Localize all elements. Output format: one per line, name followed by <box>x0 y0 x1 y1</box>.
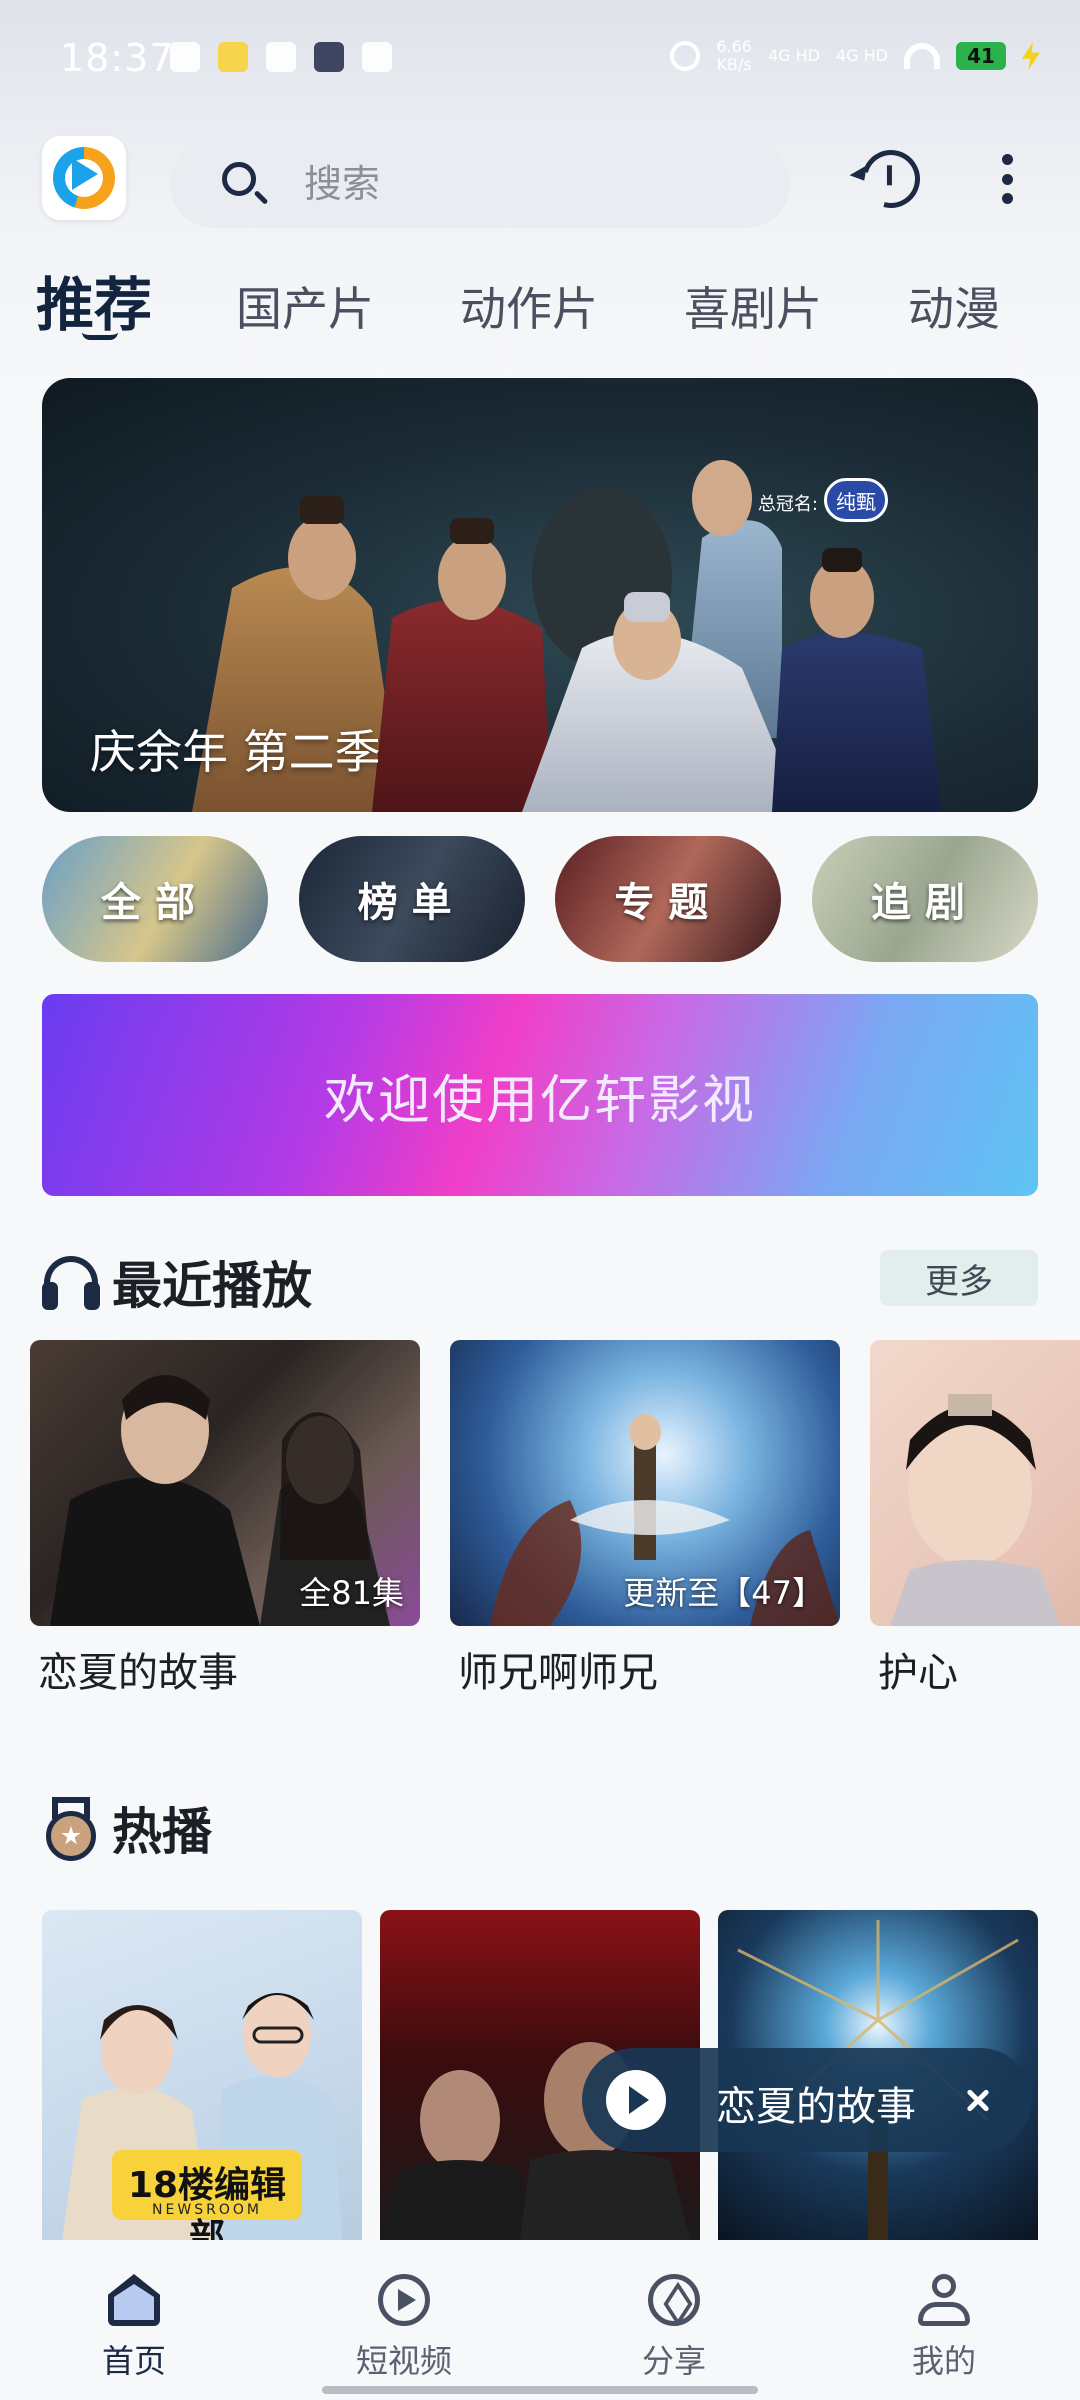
net-speed-unit: KB/s <box>716 55 752 74</box>
alarm-icon <box>670 41 701 71</box>
sponsor-logo: 纯甄 <box>824 478 888 522</box>
welcome-banner[interactable]: 欢迎使用亿轩影视 <box>42 994 1038 1196</box>
app-notification-icon <box>362 42 392 72</box>
episode-badge: 全81集 <box>299 1574 404 1612</box>
tab-anime[interactable]: 动漫 <box>908 273 1000 339</box>
recent-section-header: 最近播放 <box>42 1246 312 1318</box>
net-speed-value: 6.66 <box>716 37 752 56</box>
tab-comedy[interactable]: 喜剧片 <box>684 273 822 339</box>
nav-short-video-label: 短视频 <box>355 2342 452 2380</box>
category-all-label: 全部 <box>101 880 209 926</box>
hot-poster[interactable]: 18楼编辑部 NEWSROOM <box>42 1910 362 2240</box>
hot-title: 热播 <box>112 1803 212 1861</box>
medal-icon <box>42 1797 100 1861</box>
nav-home[interactable]: 首页 <box>44 2274 224 2384</box>
nav-profile-label: 我的 <box>911 2342 976 2380</box>
category-ranking[interactable]: 榜单 <box>298 836 525 962</box>
home-indicator[interactable] <box>322 2386 758 2394</box>
recent-list: 全81集 恋夏的故事 更新至【47】 师兄啊师兄 护心 <box>30 1340 1080 1700</box>
recent-title: 最近播放 <box>112 1257 312 1315</box>
net-speed: 6.66 KB/s <box>716 38 752 74</box>
recent-item[interactable]: 护心 <box>870 1340 1080 1698</box>
video-icon <box>378 2274 430 2326</box>
recent-item-title: 恋夏的故事 <box>38 1650 238 1696</box>
user-icon <box>918 2274 970 2326</box>
tiktok-icon <box>170 42 200 72</box>
nav-share-label: 分享 <box>641 2342 706 2380</box>
tab-label: 推荐 <box>36 271 153 339</box>
poster-text: 18楼编辑部 <box>120 2156 294 2240</box>
recent-item[interactable]: 全81集 恋夏的故事 <box>30 1340 420 1698</box>
app-logo-icon[interactable] <box>42 136 126 220</box>
mini-player-title[interactable]: 恋夏的故事 <box>716 2074 916 2132</box>
mini-player[interactable]: 恋夏的故事 <box>582 2048 1032 2152</box>
sponsor-text: 总冠名: <box>757 494 818 515</box>
recent-thumbnail[interactable]: 全81集 <box>30 1340 420 1626</box>
recent-item[interactable]: 更新至【47】 师兄啊师兄 <box>450 1340 840 1698</box>
compass-icon <box>648 2274 700 2326</box>
category-topics[interactable]: 专题 <box>555 836 782 962</box>
banner-sponsor: 总冠名: <box>758 490 818 516</box>
poster-subtext: NEWSROOM <box>152 2202 262 2218</box>
headphones-icon <box>42 1256 100 1310</box>
play-icon[interactable] <box>606 2070 666 2130</box>
recent-thumbnail[interactable]: 更新至【47】 <box>450 1340 840 1626</box>
category-ranking-label: 榜单 <box>357 880 466 926</box>
status-time: 18:37 <box>60 36 175 80</box>
signal-2: 4G HD <box>835 46 888 65</box>
search-bar[interactable] <box>170 140 790 228</box>
category-shortcuts: 全部 榜单 专题 追剧 <box>42 836 1038 962</box>
close-icon[interactable] <box>948 2070 1008 2130</box>
recent-thumbnail[interactable] <box>870 1340 1080 1626</box>
category-tabs: 推荐 国产片 动作片 喜剧片 动漫 <box>36 258 1080 348</box>
logo-play-shape <box>72 158 98 190</box>
category-topics-label: 专题 <box>614 880 723 926</box>
status-right: 6.66 KB/s 4G HD 4G HD 41 <box>670 38 1040 74</box>
wifi-icon <box>904 43 940 69</box>
history-icon[interactable] <box>851 139 931 219</box>
nav-short-video[interactable]: 短视频 <box>314 2274 494 2384</box>
hot-section-header: 热播 <box>42 1792 212 1864</box>
episode-badge: 更新至【47】 <box>623 1574 824 1612</box>
welcome-text: 欢迎使用亿轩影视 <box>323 1070 756 1131</box>
battery-icon: 41 <box>956 42 1006 70</box>
more-vertical-icon[interactable] <box>1000 154 1014 204</box>
charging-icon <box>1022 42 1040 70</box>
tab-domestic[interactable]: 国产片 <box>236 273 374 339</box>
tab-action[interactable]: 动作片 <box>460 273 598 339</box>
notification-icons <box>170 42 392 72</box>
banner-title: 庆余年 第二季 <box>90 725 381 779</box>
featured-banner[interactable]: 总冠名: 纯甄 庆余年 第二季 <box>42 378 1038 812</box>
tab-recommend[interactable]: 推荐 <box>36 258 152 342</box>
nav-home-label: 首页 <box>101 2342 166 2380</box>
search-icon[interactable] <box>222 162 256 196</box>
cloud-icon <box>266 42 296 72</box>
search-input[interactable] <box>304 158 724 210</box>
recent-more-button[interactable]: 更多 <box>880 1250 1038 1306</box>
category-all[interactable]: 全部 <box>42 836 268 962</box>
category-follow[interactable]: 追剧 <box>811 836 1038 962</box>
nav-share[interactable]: 分享 <box>584 2274 764 2384</box>
recent-item-title: 师兄啊师兄 <box>458 1650 658 1696</box>
sponsor-logo-text: 纯甄 <box>836 489 876 514</box>
recent-item-title: 护心 <box>878 1650 958 1696</box>
category-follow-label: 追剧 <box>870 880 979 926</box>
thumbnail-art <box>890 1394 1060 1626</box>
tab-active-indicator <box>82 332 118 340</box>
signal-1: 4G HD <box>767 46 820 65</box>
player-app-icon <box>314 42 344 72</box>
notification-app-icon <box>218 42 248 72</box>
status-bar: 18:37 6.66 KB/s 4G HD 4G HD 41 <box>0 0 1080 120</box>
bottom-navigation: 首页 短视频 分享 我的 <box>0 2244 1080 2400</box>
nav-profile[interactable]: 我的 <box>854 2274 1034 2384</box>
